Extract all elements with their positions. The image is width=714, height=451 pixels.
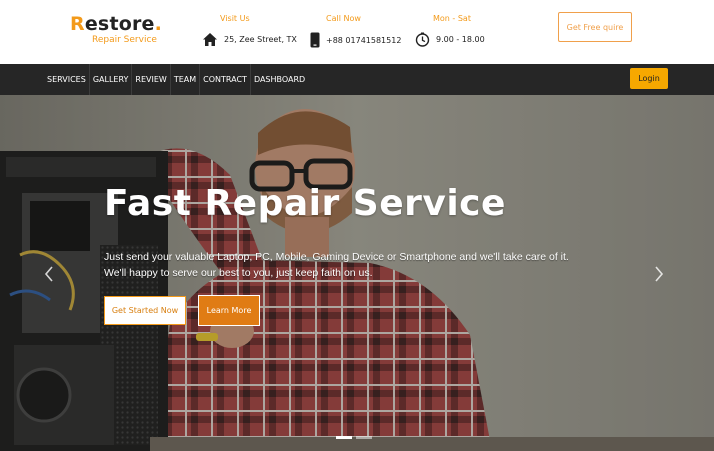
nav-menu: SERVICES GALLERY REVIEW TEAM CONTRACT DA… xyxy=(44,64,308,95)
chevron-left-icon xyxy=(44,266,53,282)
chevron-right-icon xyxy=(655,266,664,282)
nav-item-review[interactable]: REVIEW xyxy=(131,64,169,95)
logo-dot: . xyxy=(154,13,163,35)
hours-value: 9.00 - 18.00 xyxy=(436,35,485,44)
visit-title: Visit Us xyxy=(220,14,250,23)
nav-item-team[interactable]: TEAM xyxy=(169,64,199,95)
visit-address: 25, Zee Street, TX xyxy=(224,35,297,44)
learn-more-button[interactable]: Learn More xyxy=(198,295,260,326)
logo-text: Restore. xyxy=(70,13,162,35)
nav-item-contract[interactable]: CONTRACT xyxy=(199,64,250,95)
login-button[interactable]: Login xyxy=(630,68,668,89)
home-icon xyxy=(203,33,217,46)
logo-accent-letter: R xyxy=(70,13,85,35)
hours-title: Mon - Sat xyxy=(433,14,471,23)
phone-icon xyxy=(310,32,320,48)
carousel-prev-button[interactable] xyxy=(42,263,56,285)
get-started-button[interactable]: Get Started Now xyxy=(104,296,186,325)
carousel-indicator[interactable] xyxy=(336,436,352,439)
nav-item-services[interactable]: SERVICES xyxy=(44,64,89,95)
logo-rest: estore xyxy=(84,13,155,35)
call-title: Call Now xyxy=(326,14,361,23)
hero-carousel: Fast Repair Service Just send your valua… xyxy=(0,95,714,451)
carousel-indicators xyxy=(336,436,372,439)
top-header: Restore. Repair Service Visit Us 25, Zee… xyxy=(0,0,714,63)
carousel-indicator[interactable] xyxy=(356,436,372,439)
carousel-next-button[interactable] xyxy=(652,263,666,285)
hero-description-line-2: We'll happy to serve our best to you, ju… xyxy=(104,267,373,279)
nav-item-dashboard[interactable]: DASHBOARD xyxy=(249,64,308,95)
hero-description-line-1: Just send your valuable Laptop, PC, Mobi… xyxy=(104,251,569,263)
nav-item-gallery[interactable]: GALLERY xyxy=(88,64,132,95)
hero-description: Just send your valuable Laptop, PC, Mobi… xyxy=(104,249,594,281)
brand-logo[interactable]: Restore. Repair Service xyxy=(70,13,162,45)
logo-subtitle: Repair Service xyxy=(92,35,157,45)
call-number[interactable]: +88 01741581512 xyxy=(326,36,401,45)
free-quote-button[interactable]: Get Free quire xyxy=(558,12,632,42)
main-navbar: SERVICES GALLERY REVIEW TEAM CONTRACT DA… xyxy=(0,64,714,95)
hero-title: Fast Repair Service xyxy=(104,183,506,224)
clock-icon xyxy=(415,32,430,47)
